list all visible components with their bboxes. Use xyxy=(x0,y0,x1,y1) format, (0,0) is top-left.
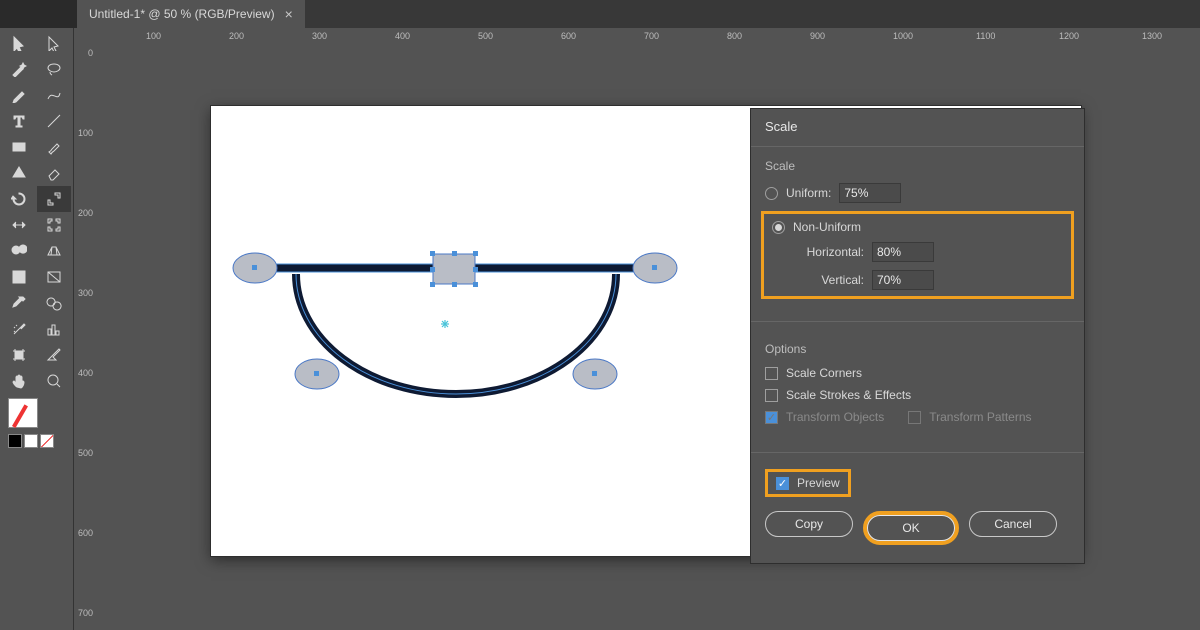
tool-gradient[interactable] xyxy=(37,264,72,290)
document-tab[interactable]: Untitled-1* @ 50 % (RGB/Preview) × xyxy=(77,0,305,28)
cancel-button[interactable]: Cancel xyxy=(969,511,1057,537)
tool-rotate[interactable] xyxy=(2,186,37,212)
scale-strokes-label: Scale Strokes & Effects xyxy=(786,388,911,402)
nonuniform-highlight: Non-Uniform Horizontal: 80% Vertical: 70… xyxy=(761,211,1074,299)
ruler-vertical: 0 100 200 300 400 500 600 700 xyxy=(74,28,96,630)
canvas-area[interactable]: Scale Scale Uniform: 75% Non-Uniform Hor… xyxy=(96,46,1200,630)
ruler-tick: 1000 xyxy=(893,31,913,41)
ruler-tick: 700 xyxy=(644,31,659,41)
swatch-area[interactable] xyxy=(2,394,71,420)
ruler-tick: 500 xyxy=(478,31,493,41)
tool-lasso[interactable] xyxy=(37,56,72,82)
scale-corners-label: Scale Corners xyxy=(786,366,862,380)
ruler-tick: 600 xyxy=(78,528,93,538)
close-icon[interactable]: × xyxy=(285,6,293,22)
horizontal-label: Horizontal: xyxy=(788,245,864,259)
options-section: Options Scale Corners Scale Strokes & Ef… xyxy=(751,330,1084,444)
transform-objects-checkbox xyxy=(765,411,778,424)
ruler-tick: 0 xyxy=(88,48,93,58)
uniform-radio[interactable] xyxy=(765,187,778,200)
swatch-white[interactable] xyxy=(24,434,38,448)
tab-title: Untitled-1* @ 50 % (RGB/Preview) xyxy=(89,7,275,21)
tool-shaper[interactable] xyxy=(2,160,37,186)
ruler-tick: 200 xyxy=(229,31,244,41)
tool-eyedropper[interactable] xyxy=(2,290,37,316)
ruler-tick: 100 xyxy=(146,31,161,41)
ruler-tick: 300 xyxy=(312,31,327,41)
ruler-tick: 900 xyxy=(810,31,825,41)
uniform-input[interactable]: 75% xyxy=(839,183,901,203)
tool-blend[interactable] xyxy=(37,290,72,316)
horizontal-input[interactable]: 80% xyxy=(872,242,934,262)
tool-eraser[interactable] xyxy=(37,160,72,186)
tool-direct-selection[interactable] xyxy=(37,30,72,56)
divider xyxy=(751,321,1084,322)
fill-stroke-swatch[interactable] xyxy=(8,398,38,428)
titlebar: Untitled-1* @ 50 % (RGB/Preview) × xyxy=(0,0,1200,28)
titlebar-spacer xyxy=(0,0,77,28)
transform-patterns-checkbox xyxy=(908,411,921,424)
transform-objects-label: Transform Objects xyxy=(786,410,884,424)
scale-corners-checkbox[interactable] xyxy=(765,367,778,380)
transform-patterns-label: Transform Patterns xyxy=(929,410,1031,424)
scale-dialog: Scale Scale Uniform: 75% Non-Uniform Hor… xyxy=(750,108,1085,564)
nonuniform-label: Non-Uniform xyxy=(793,220,861,234)
tool-hand[interactable] xyxy=(2,368,37,394)
ruler-tick: 500 xyxy=(78,448,93,458)
ruler-tick: 800 xyxy=(727,31,742,41)
tool-symbol-sprayer[interactable] xyxy=(2,316,37,342)
nonuniform-radio[interactable] xyxy=(772,221,785,234)
tool-slice[interactable] xyxy=(37,342,72,368)
tool-curvature[interactable] xyxy=(37,82,72,108)
scale-strokes-checkbox[interactable] xyxy=(765,389,778,402)
tool-pen[interactable] xyxy=(2,82,37,108)
vertical-input[interactable]: 70% xyxy=(872,270,934,290)
copy-button[interactable]: Copy xyxy=(765,511,853,537)
tool-type[interactable] xyxy=(2,108,37,134)
ruler-tick: 1100 xyxy=(976,31,995,41)
tool-column-graph[interactable] xyxy=(37,316,72,342)
ruler-tick: 100 xyxy=(78,128,93,138)
tool-perspective[interactable] xyxy=(37,238,72,264)
ruler-tick: 200 xyxy=(78,208,93,218)
ruler-tick: 300 xyxy=(78,288,93,298)
tool-rectangle[interactable] xyxy=(2,134,37,160)
dialog-buttons: Copy OK Cancel xyxy=(751,505,1084,563)
ok-button[interactable]: OK xyxy=(867,515,955,541)
section-label-options: Options xyxy=(765,342,1070,356)
ruler-tick: 400 xyxy=(78,368,93,378)
preview-checkbox[interactable] xyxy=(776,477,789,490)
scale-section: Scale Uniform: 75% Non-Uniform Horizonta… xyxy=(751,147,1084,313)
tool-free-transform[interactable] xyxy=(37,212,72,238)
divider xyxy=(751,452,1084,453)
swatch-black[interactable] xyxy=(8,434,22,448)
vertical-label: Vertical: xyxy=(788,273,864,287)
tool-artboard[interactable] xyxy=(2,342,37,368)
tool-scale[interactable] xyxy=(37,186,72,212)
toolbox xyxy=(0,28,74,630)
tool-mesh[interactable] xyxy=(2,264,37,290)
uniform-label: Uniform: xyxy=(786,186,831,200)
tool-shape-builder[interactable] xyxy=(2,238,37,264)
section-label-scale: Scale xyxy=(765,159,1070,173)
ruler-horizontal: 100 200 300 400 500 600 700 800 900 1000 1100 1200 1… xyxy=(96,28,1200,46)
tool-selection[interactable] xyxy=(2,30,37,56)
tool-line[interactable] xyxy=(37,108,72,134)
ruler-tick: 600 xyxy=(561,31,576,41)
preview-label: Preview xyxy=(797,476,840,490)
dialog-title: Scale xyxy=(751,109,1084,147)
ruler-tick: 400 xyxy=(395,31,410,41)
tool-paintbrush[interactable] xyxy=(37,134,72,160)
ruler-tick: 1200 xyxy=(1059,31,1079,41)
ruler-tick: 700 xyxy=(78,608,93,618)
tool-zoom[interactable] xyxy=(37,368,72,394)
ruler-tick: 1300 xyxy=(1142,31,1162,41)
ok-highlight: OK xyxy=(863,511,959,545)
swatch-none[interactable] xyxy=(40,434,54,448)
tool-magic-wand[interactable] xyxy=(2,56,37,82)
tool-width[interactable] xyxy=(2,212,37,238)
